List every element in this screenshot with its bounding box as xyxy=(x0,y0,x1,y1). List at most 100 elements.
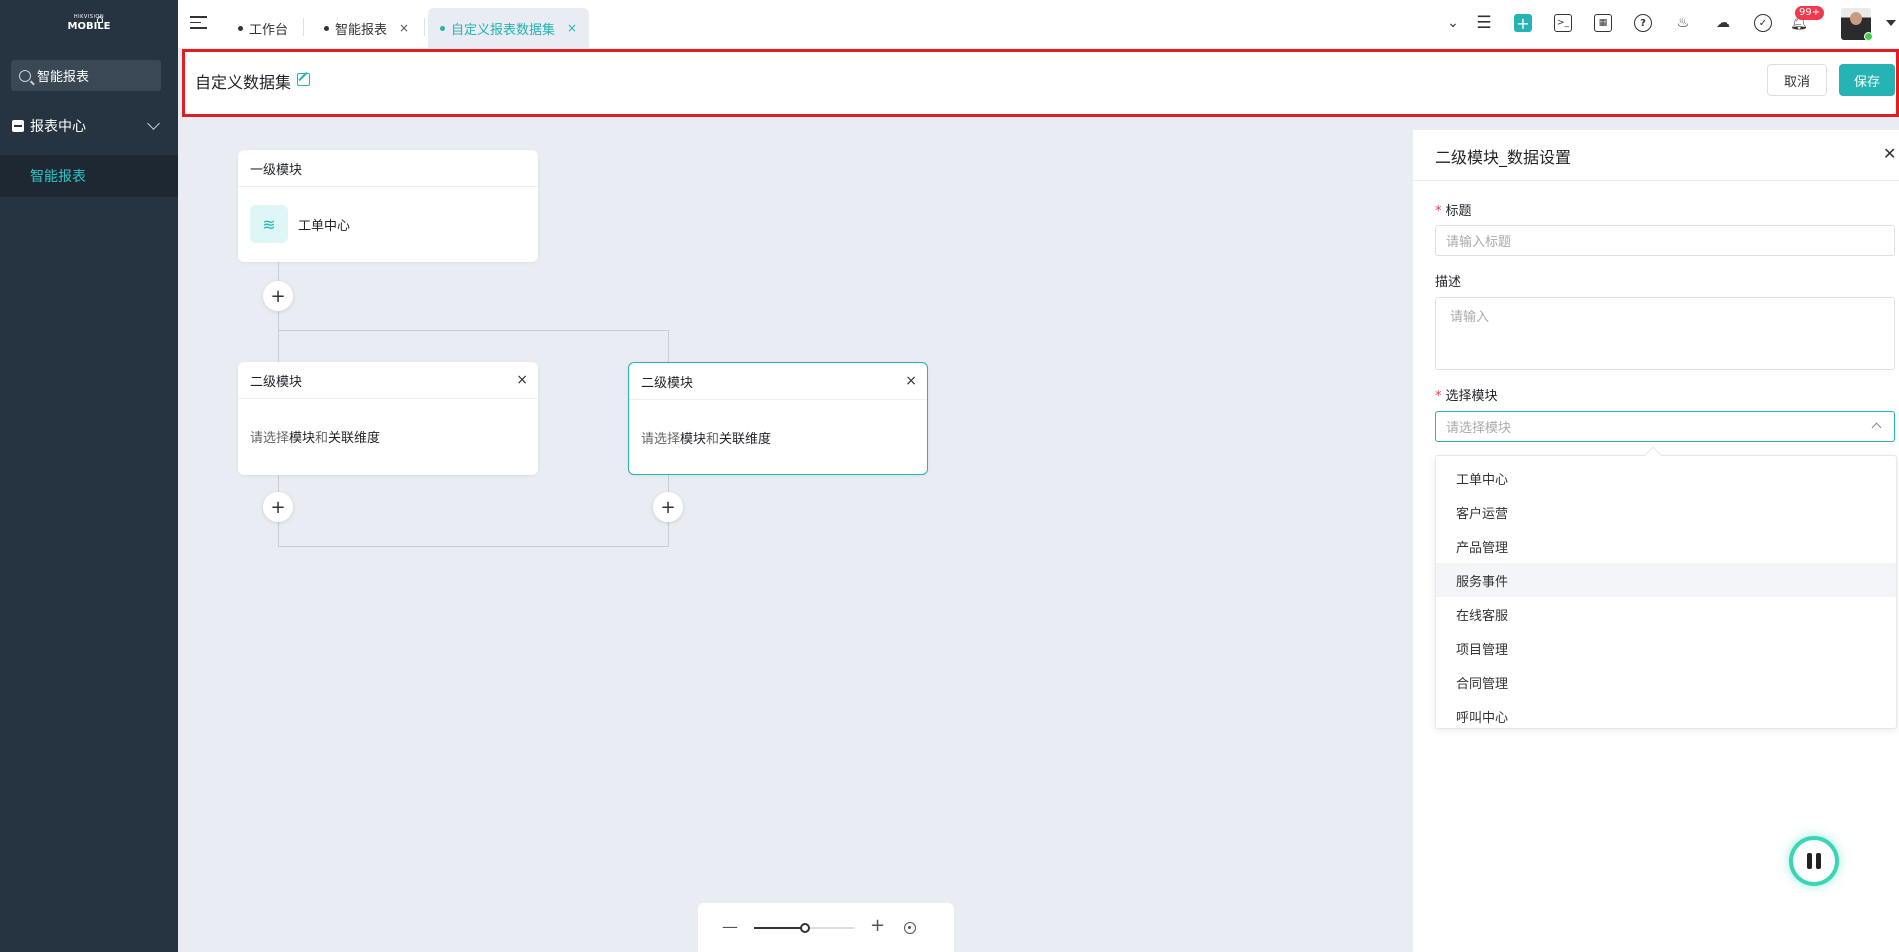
tab-close-icon[interactable]: × xyxy=(567,21,577,35)
module-dropdown: 工单中心 客户运营 产品管理 服务事件 在线客服 项目管理 合同管理 呼叫中心 xyxy=(1435,455,1897,729)
node-prompt-text: 模块 xyxy=(680,431,707,447)
online-status-dot xyxy=(1864,32,1873,41)
logo-house-icon: ⌂ xyxy=(96,12,104,26)
zoom-out-button[interactable]: — xyxy=(722,917,738,936)
calendar-icon[interactable]: ▦ xyxy=(1594,14,1612,32)
title-input[interactable]: 请输入标题 xyxy=(1435,225,1895,256)
module-select[interactable]: 请选择模块 xyxy=(1435,411,1895,442)
sidebar-item-label: 智能报表 xyxy=(30,169,86,185)
tab-dot xyxy=(324,25,329,31)
tab-divider xyxy=(424,18,425,36)
node-title: 一级模块 xyxy=(250,162,303,178)
field-label-text: 选择模块 xyxy=(1445,389,1498,404)
required-mark: * xyxy=(1435,204,1442,219)
tab-smart-report[interactable]: 智能报表 × xyxy=(312,8,421,48)
level2-module-node-selected[interactable]: 二级模块 × 请选择 模块和关联维度 xyxy=(628,362,928,475)
tab-workbench[interactable]: 工作台 xyxy=(226,8,300,48)
fire-icon[interactable]: ♨ xyxy=(1674,14,1692,32)
menu-collapse-icon[interactable] xyxy=(190,16,207,30)
connector-line xyxy=(278,330,668,331)
pause-button[interactable] xyxy=(1789,836,1839,886)
save-button[interactable]: 保存 xyxy=(1839,64,1895,96)
tab-dot xyxy=(238,25,243,31)
calendar-icon xyxy=(12,120,24,132)
zoom-slider-track[interactable] xyxy=(804,927,854,929)
terminal-icon[interactable]: >_ xyxy=(1554,14,1572,32)
close-icon[interactable]: ✕ xyxy=(1883,144,1896,163)
dropdown-option[interactable]: 客户运营 xyxy=(1436,495,1896,529)
required-mark: * xyxy=(1435,389,1442,404)
fit-view-icon[interactable] xyxy=(904,922,916,934)
level1-module-node[interactable]: 一级模块 ≋ 工单中心 xyxy=(238,150,538,262)
node-body: 请选择 模块和关联维度 xyxy=(629,400,927,474)
dropdown-option[interactable]: 项目管理 xyxy=(1436,631,1896,665)
chevron-up-icon xyxy=(1871,422,1882,433)
dropdown-option[interactable]: 呼叫中心 xyxy=(1436,699,1896,733)
add-node-button[interactable]: + xyxy=(263,492,293,522)
node-body: 请选择 模块和关联维度 xyxy=(238,399,538,474)
level2-module-node[interactable]: 二级模块 × 请选择 模块和关联维度 xyxy=(238,362,538,475)
dropdown-option[interactable]: 产品管理 xyxy=(1436,529,1896,563)
dropdown-option[interactable]: 在线客服 xyxy=(1436,597,1896,631)
add-icon[interactable]: + xyxy=(1514,14,1532,33)
divider xyxy=(1413,180,1899,181)
sidebar-search[interactable] xyxy=(11,60,161,91)
node-title: 二级模块 xyxy=(250,374,303,390)
sidebar-item-smart-report[interactable]: 智能报表 xyxy=(0,155,178,197)
pause-icon xyxy=(1807,853,1812,869)
list-menu-icon[interactable]: ☰ xyxy=(1475,13,1493,33)
tab-close-icon[interactable]: × xyxy=(399,21,409,35)
description-field-label: 描述 xyxy=(1435,275,1462,290)
field-label-text: 标题 xyxy=(1445,204,1472,219)
app-logo[interactable]: ⌂ HIKVISION MOBILE xyxy=(66,12,112,38)
connector-line xyxy=(278,312,279,362)
connector-line xyxy=(278,262,279,282)
sidebar: ⌂ HIKVISION MOBILE 报表中心 智能报表 xyxy=(0,0,178,952)
node-header: 二级模块 × xyxy=(238,362,538,399)
inbox-icon[interactable]: ✓ xyxy=(1754,14,1772,32)
node-prompt-text: 请选择 xyxy=(250,431,290,446)
logo-small-text: HIKVISION xyxy=(73,14,105,20)
zoom-slider-track[interactable] xyxy=(754,927,804,929)
zoom-slider-handle[interactable] xyxy=(800,923,810,933)
dropdown-option[interactable]: 合同管理 xyxy=(1436,665,1896,699)
cancel-button[interactable]: 取消 xyxy=(1767,64,1827,96)
node-prompt-text: 模块 xyxy=(289,431,316,446)
node-prompt-text: 和 xyxy=(315,431,329,446)
add-node-button[interactable]: + xyxy=(263,281,293,311)
sidebar-group-report-center[interactable]: 报表中心 xyxy=(0,110,178,142)
chevron-down-icon[interactable]: ⌄ xyxy=(1444,14,1462,32)
node-header: 一级模块 xyxy=(238,150,538,187)
dropdown-option-hovered[interactable]: 服务事件 xyxy=(1436,563,1896,597)
add-node-button[interactable]: + xyxy=(653,492,683,522)
cloud-upload-icon[interactable]: ☁ xyxy=(1714,14,1732,32)
tab-custom-dataset[interactable]: 自定义报表数据集 × xyxy=(428,8,590,48)
top-bar: 工作台 智能报表 × 自定义报表数据集 × ⌄ ☰ + >_ ▦ ? ♨ ☁ ✓… xyxy=(178,0,1899,48)
node-prompt-text: 关联维度 xyxy=(719,431,772,447)
module-field-label: * 选择模块 xyxy=(1435,385,1498,404)
page-title: 自定义数据集 xyxy=(195,73,292,92)
zoom-in-button[interactable]: + xyxy=(870,915,885,936)
search-icon xyxy=(19,69,31,82)
description-textarea[interactable]: 请输入 xyxy=(1435,297,1895,370)
connector-line xyxy=(668,522,669,546)
node-prompt-text: 和 xyxy=(706,431,720,447)
layers-icon: ≋ xyxy=(250,205,288,243)
help-icon[interactable]: ? xyxy=(1634,14,1652,32)
connector-line xyxy=(668,330,669,362)
page-header: 自定义数据集 取消 保存 xyxy=(182,49,1899,117)
close-icon[interactable]: × xyxy=(516,372,528,388)
notification-badge: 99+ xyxy=(1795,6,1825,20)
tab-label: 自定义报表数据集 xyxy=(451,22,556,38)
close-icon[interactable]: × xyxy=(905,373,917,389)
dropdown-option[interactable]: 工单中心 xyxy=(1436,461,1896,495)
node-body: ≋ 工单中心 xyxy=(238,187,538,261)
select-placeholder: 请选择模块 xyxy=(1446,421,1512,436)
edit-icon[interactable] xyxy=(297,73,310,86)
sidebar-search-input[interactable] xyxy=(37,68,147,83)
node-header: 二级模块 × xyxy=(629,363,927,400)
connector-line xyxy=(278,546,669,547)
caret-down-icon[interactable] xyxy=(1886,20,1896,26)
pause-icon xyxy=(1816,853,1821,869)
zoom-toolbar: — + xyxy=(698,903,954,952)
